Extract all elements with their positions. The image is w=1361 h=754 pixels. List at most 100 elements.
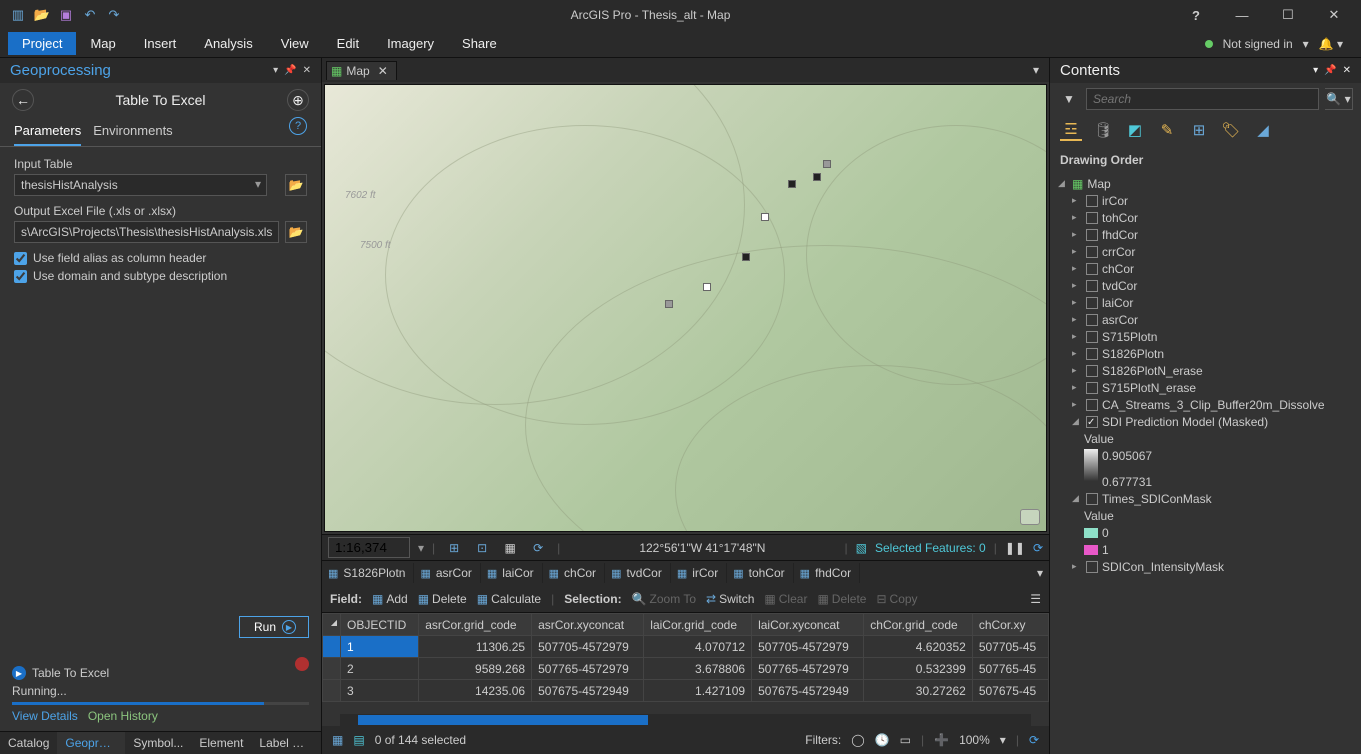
attribute-table[interactable]: ◢ OBJECTID asrCor.grid_code asrCor.xycon… [322, 613, 1049, 702]
basemap-attr-icon[interactable] [1020, 509, 1040, 525]
minimize-button[interactable]: — [1219, 0, 1265, 30]
copy-button[interactable]: ⊟Copy [876, 592, 917, 606]
filter-icon[interactable]: ▼ [1058, 88, 1080, 110]
map-view-tab[interactable]: ▦ Map ✕ [326, 61, 397, 80]
run-button[interactable]: Run▶ [239, 616, 309, 638]
open-project-icon[interactable]: 📂 [34, 7, 50, 23]
field-alias-checkbox[interactable]: Use field alias as column header [14, 251, 307, 265]
layer-item[interactable]: fhdCor [1102, 228, 1138, 242]
ttab-fhdcor[interactable]: ▦fhdCor [794, 563, 860, 583]
layer-item[interactable]: CA_Streams_3_Clip_Buffer20m_Dissolve [1102, 398, 1325, 412]
tab-project[interactable]: Project [8, 32, 76, 55]
btab-element[interactable]: Element [191, 732, 251, 754]
layer-item[interactable]: S1826PlotN_erase [1102, 364, 1203, 378]
table-row[interactable]: 29589.268507765-4572979 3.678806507765-4… [323, 658, 1049, 680]
selection-icon[interactable]: ◩ [1124, 119, 1146, 141]
table-refresh-icon[interactable]: ⟳ [1029, 733, 1039, 747]
subtab-parameters[interactable]: Parameters [14, 117, 81, 146]
close-pane-icon[interactable]: ✕ [303, 65, 311, 76]
layer-item[interactable]: asrCor [1102, 313, 1138, 327]
col-objectid[interactable]: OBJECTID [341, 614, 419, 636]
col-laixy[interactable]: laiCor.xyconcat [752, 614, 864, 636]
delete-sel-button[interactable]: ▦Delete [817, 592, 866, 606]
map-canvas[interactable]: 7602 ft 7500 ft [324, 84, 1047, 532]
snap-icon[interactable]: ⊡ [471, 537, 493, 559]
tab-analysis[interactable]: Analysis [190, 32, 266, 55]
layer-item[interactable]: S715PlotN_erase [1102, 381, 1196, 395]
redo-icon[interactable]: ↷ [106, 7, 122, 23]
layer-item[interactable]: irCor [1102, 194, 1128, 208]
contents-close-icon[interactable]: ✕ [1343, 65, 1351, 76]
autohide-icon[interactable]: ▾ [273, 65, 278, 76]
col-chxy[interactable]: chCor.xy [972, 614, 1048, 636]
grid-icon[interactable]: ▦ [499, 537, 521, 559]
labeling-icon[interactable]: 🏷 [1220, 119, 1242, 141]
tab-edit[interactable]: Edit [323, 32, 373, 55]
help-button[interactable]: ? [1173, 0, 1219, 30]
tab-imagery[interactable]: Imagery [373, 32, 448, 55]
new-project-icon[interactable]: ▥ [10, 7, 26, 23]
input-table-field[interactable] [14, 174, 267, 196]
open-history-link[interactable]: Open History [88, 709, 158, 723]
col-asrxy[interactable]: asrCor.xyconcat [532, 614, 644, 636]
subtab-environments[interactable]: Environments [93, 117, 172, 146]
perspective-icon[interactable]: ◢ [1252, 119, 1274, 141]
layer-times[interactable]: Times_SDIConMask [1102, 492, 1212, 506]
pause-icon[interactable]: ❚❚ [1005, 541, 1025, 555]
drawing-order-icon[interactable]: ☲ [1060, 119, 1082, 141]
zoom-to-button[interactable]: 🔍Zoom To [632, 592, 696, 606]
layer-sdi[interactable]: SDI Prediction Model (Masked) [1102, 415, 1268, 429]
table-row[interactable]: 314235.06507675-4572949 1.427109507675-4… [323, 680, 1049, 702]
contents-pin-icon[interactable]: 📌 [1324, 65, 1336, 76]
close-map-icon[interactable]: ✕ [378, 64, 388, 78]
filter-extent-icon[interactable]: ◯ [851, 733, 864, 747]
contents-autohide-icon[interactable]: ▾ [1313, 65, 1318, 76]
save-icon[interactable]: ▣ [58, 7, 74, 23]
ttab-asrcor[interactable]: ▦asrCor [414, 563, 480, 583]
btab-catalog[interactable]: Catalog [0, 732, 57, 754]
map-menu-icon[interactable]: ▾ [1033, 63, 1045, 77]
data-source-icon[interactable]: 🛢 [1092, 119, 1114, 141]
table-row[interactable]: 1 11306.25507705-4572979 4.070712507705-… [323, 636, 1049, 658]
layer-item[interactable]: tohCor [1102, 211, 1138, 225]
layer-last[interactable]: SDICon_IntensityMask [1102, 560, 1224, 574]
ttab-s1826[interactable]: ▦S1826Plotn [322, 563, 414, 583]
browse-output-button[interactable]: 📂 [285, 221, 307, 243]
browse-input-button[interactable]: 📂 [285, 174, 307, 196]
add-field-button[interactable]: ▦Add [372, 592, 408, 606]
table-menu-button[interactable]: ☰ [1030, 592, 1041, 606]
layer-item[interactable]: chCor [1102, 262, 1134, 276]
table-hscroll[interactable] [340, 714, 1031, 726]
maximize-button[interactable]: ☐ [1265, 0, 1311, 30]
ttab-tvdcor[interactable]: ▦tvdCor [605, 563, 671, 583]
btab-geoprocessing[interactable]: Geoproce... [57, 732, 125, 754]
clear-button[interactable]: ▦Clear [764, 592, 807, 606]
filter-time-icon[interactable]: 🕓 [875, 733, 890, 747]
col-chgrid[interactable]: chCor.grid_code [864, 614, 973, 636]
explore-icon[interactable]: ⊞ [443, 537, 465, 559]
tab-insert[interactable]: Insert [130, 32, 191, 55]
btab-labelclass[interactable]: Label Cl... [251, 732, 319, 754]
btab-symbology[interactable]: Symbol... [125, 732, 191, 754]
domain-desc-checkbox[interactable]: Use domain and subtype description [14, 269, 307, 283]
undo-icon[interactable]: ↶ [82, 7, 98, 23]
notifications-icon[interactable]: 🔔 ▾ [1319, 37, 1343, 51]
switch-button[interactable]: ⇄Switch [706, 592, 754, 606]
ttab-tohcor[interactable]: ▦tohCor [727, 563, 793, 583]
tab-share[interactable]: Share [448, 32, 511, 55]
delete-field-button[interactable]: ▦Delete [418, 592, 467, 606]
editing-icon[interactable]: ✎ [1156, 119, 1178, 141]
close-button[interactable]: ✕ [1311, 0, 1357, 30]
scale-input[interactable] [328, 537, 410, 558]
layer-item[interactable]: S1826Plotn [1102, 347, 1164, 361]
tab-view[interactable]: View [267, 32, 323, 55]
snapping-icon[interactable]: ⊞ [1188, 119, 1210, 141]
pin-icon[interactable]: 📌 [284, 65, 296, 76]
col-asrgrid[interactable]: asrCor.grid_code [419, 614, 532, 636]
layer-item[interactable]: laiCor [1102, 296, 1133, 310]
ttab-chcor[interactable]: ▦chCor [543, 563, 605, 583]
output-file-field[interactable] [14, 221, 279, 243]
calculate-button[interactable]: ▦Calculate [477, 592, 541, 606]
ttab-laicor[interactable]: ▦laiCor [481, 563, 543, 583]
filter-range-icon[interactable]: ▭ [900, 733, 911, 747]
